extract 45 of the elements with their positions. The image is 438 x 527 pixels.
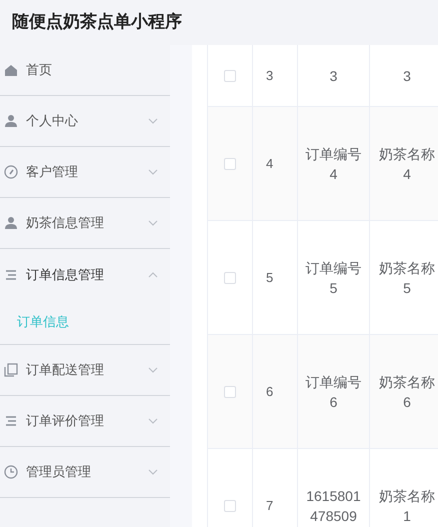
table-cell-text: 4	[266, 154, 274, 173]
menu-label: 客户管理	[26, 163, 79, 182]
copy-icon	[4, 363, 18, 377]
menu-label: 首页	[26, 61, 53, 80]
menu-label: 管理员管理	[26, 463, 92, 482]
menu-label: 订单配送管理	[26, 361, 105, 380]
table-cell-text: 奶茶名称6	[378, 372, 436, 412]
chevron-icon	[148, 418, 158, 424]
table-cell-text: 3	[266, 66, 274, 85]
list-icon	[4, 414, 18, 428]
chevron-icon	[148, 469, 158, 475]
row-checkbox[interactable]	[224, 158, 236, 170]
table-cell-text: 5	[266, 268, 274, 287]
compass-icon	[4, 165, 18, 179]
table-cell-text: 奶茶名称1	[378, 486, 436, 526]
chevron-icon	[148, 272, 158, 278]
row-checkbox[interactable]	[224, 386, 236, 398]
list-icon	[4, 268, 18, 282]
table-cell-text: 订单编号6	[304, 372, 362, 412]
row-checkbox[interactable]	[224, 70, 236, 82]
table-cell-text: 订单编号5	[304, 258, 362, 298]
app-title: 随便点奶茶点单小程序	[12, 10, 182, 34]
table-cell-text: 3	[328, 66, 338, 86]
chevron-icon	[148, 367, 158, 373]
user-icon	[4, 114, 18, 128]
sidebar-item[interactable]: 订单信息管理	[0, 249, 170, 300]
chevron-icon	[148, 220, 158, 226]
chevron-icon	[148, 118, 158, 124]
table-cell-text: 订单编号4	[304, 144, 362, 184]
chevron-icon	[148, 169, 158, 175]
menu-label: 个人中心	[26, 112, 79, 130]
menu-label: 订单评价管理	[26, 412, 105, 430]
home-icon	[4, 63, 18, 77]
clock-icon	[4, 465, 18, 479]
menu-label: 奶茶信息管理	[26, 214, 105, 232]
table-cell-text: 3	[402, 66, 412, 86]
row-checkbox[interactable]	[224, 500, 236, 512]
menu-label: 订单信息管理	[26, 266, 105, 284]
table-cell-text: 奶茶名称4	[378, 144, 436, 184]
user-icon	[4, 216, 18, 230]
table-cell-text: 6	[266, 382, 274, 401]
table-cell-text: 1615801478509	[305, 486, 362, 526]
table-cell-text: 奶茶名称5	[378, 258, 436, 298]
row-checkbox[interactable]	[224, 272, 236, 284]
table-cell-text: 7	[266, 496, 274, 515]
